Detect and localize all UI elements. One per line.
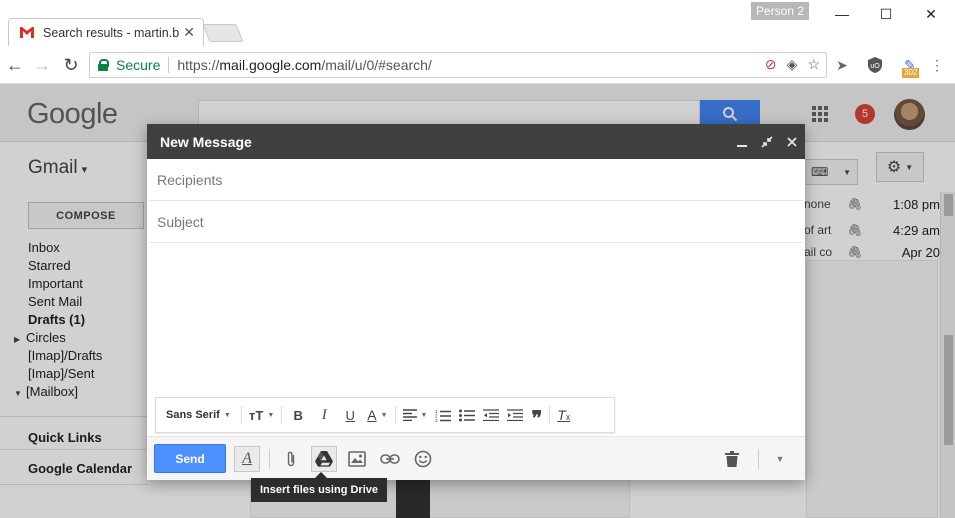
chevron-down-icon: ▼: [267, 411, 275, 419]
url-scheme: https://: [177, 57, 220, 73]
trash-icon: [725, 450, 739, 467]
browser-tab[interactable]: Search results - martin.b ✕: [8, 18, 204, 46]
address-bar[interactable]: Secure https://mail.google.com/mail/u/0/…: [89, 52, 827, 78]
extension-pen-icon[interactable]: ✎ 302: [898, 55, 922, 78]
underline-button[interactable]: U: [337, 403, 363, 427]
chevron-down-icon: ▼: [223, 411, 231, 419]
svg-text:uO: uO: [870, 63, 880, 70]
text-color-icon: A: [367, 407, 377, 423]
browser-tabstrip: Search results - martin.b ✕ Person 2 — ☐…: [0, 0, 955, 46]
link-icon: [380, 453, 400, 464]
reload-icon[interactable]: ↻: [60, 54, 82, 76]
quote-button[interactable]: ❞: [527, 403, 546, 430]
formatting-options-button[interactable]: A: [234, 445, 260, 472]
url-host: mail.google.com: [219, 57, 322, 73]
bookmark-star-icon[interactable]: ☆: [807, 56, 820, 73]
subject-field[interactable]: [149, 201, 803, 243]
insert-link-button[interactable]: [377, 446, 403, 472]
insert-emoji-button[interactable]: [410, 446, 436, 472]
indent-more-icon: [507, 409, 524, 421]
text-size-icon: тT: [249, 407, 264, 423]
bold-button[interactable]: B: [285, 403, 311, 427]
send-button[interactable]: Send: [154, 444, 226, 473]
paperclip-icon: [287, 451, 295, 466]
font-family-select[interactable]: Sans Serif ▼: [162, 403, 238, 427]
new-tab-button[interactable]: [202, 24, 244, 42]
bold-icon: B: [293, 407, 303, 423]
discard-draft-button[interactable]: [719, 446, 745, 472]
tab-close-icon[interactable]: ✕: [183, 24, 195, 41]
formatting-a-icon: A: [242, 449, 252, 467]
url-path: /mail/u/0/#search/: [321, 57, 432, 73]
insert-drive-button[interactable]: [311, 445, 337, 472]
text-color-button[interactable]: A ▼: [363, 403, 391, 427]
tracking-eye-icon[interactable]: ◈: [787, 56, 798, 73]
chevron-down-icon: ▼: [775, 453, 785, 464]
extension-arrow-icon[interactable]: ➤: [832, 55, 852, 75]
tab-title: Search results - martin.b: [43, 25, 180, 40]
recipients-input[interactable]: [157, 171, 803, 188]
font-size-button[interactable]: тT ▼: [245, 403, 278, 427]
emoji-icon: [414, 450, 432, 467]
message-body[interactable]: [149, 244, 803, 394]
recipients-field[interactable]: [149, 159, 803, 201]
maximize-icon[interactable]: ☐: [876, 4, 896, 24]
align-left-icon: [402, 409, 417, 421]
attach-files-button[interactable]: [278, 446, 304, 472]
indent-less-button[interactable]: [479, 403, 503, 427]
bulleted-list-icon: [459, 409, 476, 421]
compose-header[interactable]: New Message: [147, 124, 805, 159]
exit-fullscreen-icon[interactable]: [755, 130, 779, 154]
minimize-icon[interactable]: [730, 130, 754, 154]
font-family-label: Sans Serif: [166, 409, 220, 421]
url-text: https://mail.google.com/mail/u/0/#search…: [177, 57, 431, 73]
underline-icon: U: [345, 407, 355, 423]
compose-bottom-bar: Send A ▼: [147, 436, 805, 480]
formatting-toolbar: Sans Serif ▼ тT ▼ B I U A ▼ ▼ 123 ❞ Tx: [155, 397, 615, 433]
minimize-icon[interactable]: —: [832, 4, 852, 24]
lock-icon: [98, 59, 109, 71]
bulleted-list-button[interactable]: [455, 403, 479, 427]
forward-arrow-icon[interactable]: →: [31, 54, 53, 76]
italic-button[interactable]: I: [311, 403, 337, 427]
google-drive-icon: [315, 450, 333, 467]
browser-toolbar: ← → ↻ Secure https://mail.google.com/mai…: [0, 46, 955, 84]
gmail-favicon-icon: [19, 26, 35, 39]
photo-icon: [348, 450, 366, 467]
secure-label: Secure: [116, 57, 170, 73]
numbered-list-button[interactable]: 123: [431, 403, 455, 427]
tooltip: Insert files using Drive: [251, 472, 387, 502]
remove-formatting-button[interactable]: Tx: [553, 403, 574, 427]
ublock-shield-icon[interactable]: uO: [865, 55, 885, 75]
italic-icon: I: [321, 406, 327, 423]
browser-menu-icon[interactable]: ⋮: [927, 55, 947, 75]
blocked-content-icon[interactable]: ⊘: [765, 56, 777, 73]
more-options-button[interactable]: ▼: [767, 446, 793, 472]
indent-more-button[interactable]: [503, 403, 527, 427]
chevron-down-icon: ▼: [420, 411, 428, 419]
svg-text:3: 3: [435, 418, 438, 422]
numbered-list-icon: 123: [435, 409, 452, 422]
chevron-down-icon: ▼: [380, 411, 388, 419]
quote-icon: ❞: [531, 408, 543, 430]
compose-title: New Message: [160, 133, 252, 150]
back-arrow-icon[interactable]: ←: [4, 54, 26, 76]
align-button[interactable]: ▼: [399, 403, 432, 427]
subject-input[interactable]: [157, 213, 803, 230]
indent-less-icon: [483, 409, 500, 421]
close-icon[interactable]: [780, 130, 804, 154]
extension-badge: 302: [902, 68, 920, 78]
window-close-icon[interactable]: ✕: [921, 4, 941, 24]
compose-window: New Message Sans Serif▼ тT▼ B I U A▼ ▼ 1…: [147, 124, 805, 480]
remove-formatting-icon: Tx: [557, 407, 571, 423]
profile-badge[interactable]: Person 2: [751, 2, 809, 20]
insert-photo-button[interactable]: [344, 446, 370, 472]
